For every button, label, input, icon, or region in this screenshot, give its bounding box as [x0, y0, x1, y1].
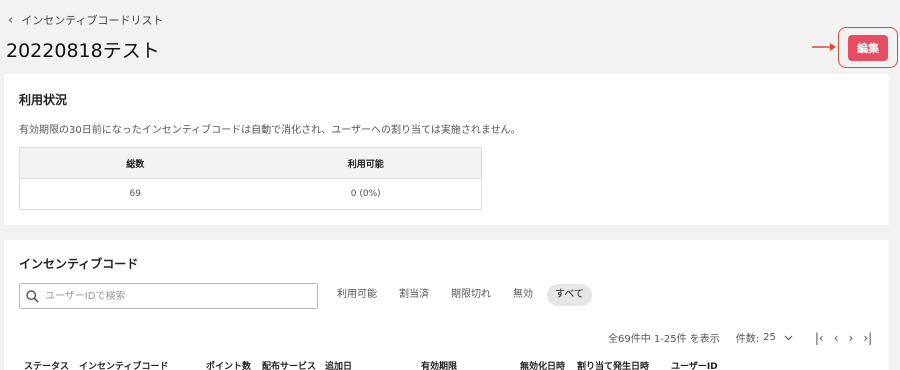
usage-notice: 有効期限の30日前になったインセンティブコードは自動で消化され、ユーザーへの割り…: [19, 125, 521, 136]
col-points: ポイント数: [206, 362, 252, 370]
next-page-icon[interactable]: ›: [849, 331, 854, 345]
col-added: 追加日: [325, 362, 353, 370]
usage-col-available: 利用可能: [250, 147, 482, 179]
search-box[interactable]: [19, 283, 318, 309]
search-input[interactable]: [45, 290, 305, 302]
breadcrumb[interactable]: ‹ インセンティブコードリスト: [8, 12, 164, 28]
page-title: 20220818テスト: [6, 40, 160, 62]
usage-table: 総数 利用可能 69 0 (0%): [19, 147, 482, 210]
prev-page-icon[interactable]: ‹: [834, 331, 839, 345]
usage-available-value: 0 (0%): [350, 189, 381, 199]
filter-disabled[interactable]: 無効: [505, 284, 541, 306]
last-page-icon[interactable]: ›|: [863, 331, 872, 345]
annotation-arrow-icon: [812, 43, 836, 51]
first-page-icon[interactable]: |‹: [815, 331, 824, 345]
usage-total-value: 69: [129, 189, 141, 199]
edit-button-highlight: 編集: [838, 27, 898, 68]
filter-available[interactable]: 利用可能: [329, 284, 385, 306]
col-service: 配布サービス: [262, 362, 317, 370]
pagination: 全69件中 1-25件 を表示 件数: 25 |‹ ‹ › ›|: [608, 330, 872, 346]
col-user-id: ユーザーID: [671, 362, 718, 370]
per-page-value: 25: [763, 332, 776, 343]
per-page-select[interactable]: 25: [763, 332, 793, 343]
breadcrumb-label: インセンティブコードリスト: [21, 14, 164, 27]
col-disabled-at: 無効化日時: [520, 362, 566, 370]
col-code: インセンティブコード: [79, 362, 169, 370]
usage-col-total: 総数: [19, 147, 251, 179]
codes-card: インセンティブコード 利用可能 割当済 期限切れ 無効 すべて 全69件中 1-…: [4, 240, 889, 370]
filter-assigned[interactable]: 割当済: [391, 284, 437, 306]
codes-title: インセンティブコード: [19, 257, 139, 271]
col-expiry: 有効期限: [421, 362, 458, 370]
status-filters: 利用可能 割当済 期限切れ 無効 すべて: [329, 284, 592, 306]
per-page-label: 件数:: [735, 334, 760, 345]
result-summary: 全69件中 1-25件 を表示: [608, 334, 720, 345]
usage-card: 利用状況 有効期限の30日前になったインセンティブコードは自動で消化され、ユーザ…: [4, 74, 889, 225]
chevron-left-icon: ‹: [8, 12, 14, 28]
usage-title: 利用状況: [19, 93, 68, 107]
chevron-down-icon: [784, 335, 793, 340]
search-icon: [26, 289, 39, 303]
col-assigned-at: 割り当て発生日時: [577, 362, 650, 370]
filter-expired[interactable]: 期限切れ: [443, 284, 499, 306]
col-status: ステータス: [24, 362, 70, 370]
codes-table-header: ステータス インセンティブコード ポイント数 配布サービス 追加日 有効期限 無…: [4, 359, 889, 370]
table-row: 69 0 (0%): [20, 179, 482, 210]
filter-all[interactable]: すべて: [547, 284, 592, 306]
edit-button[interactable]: 編集: [848, 34, 888, 61]
